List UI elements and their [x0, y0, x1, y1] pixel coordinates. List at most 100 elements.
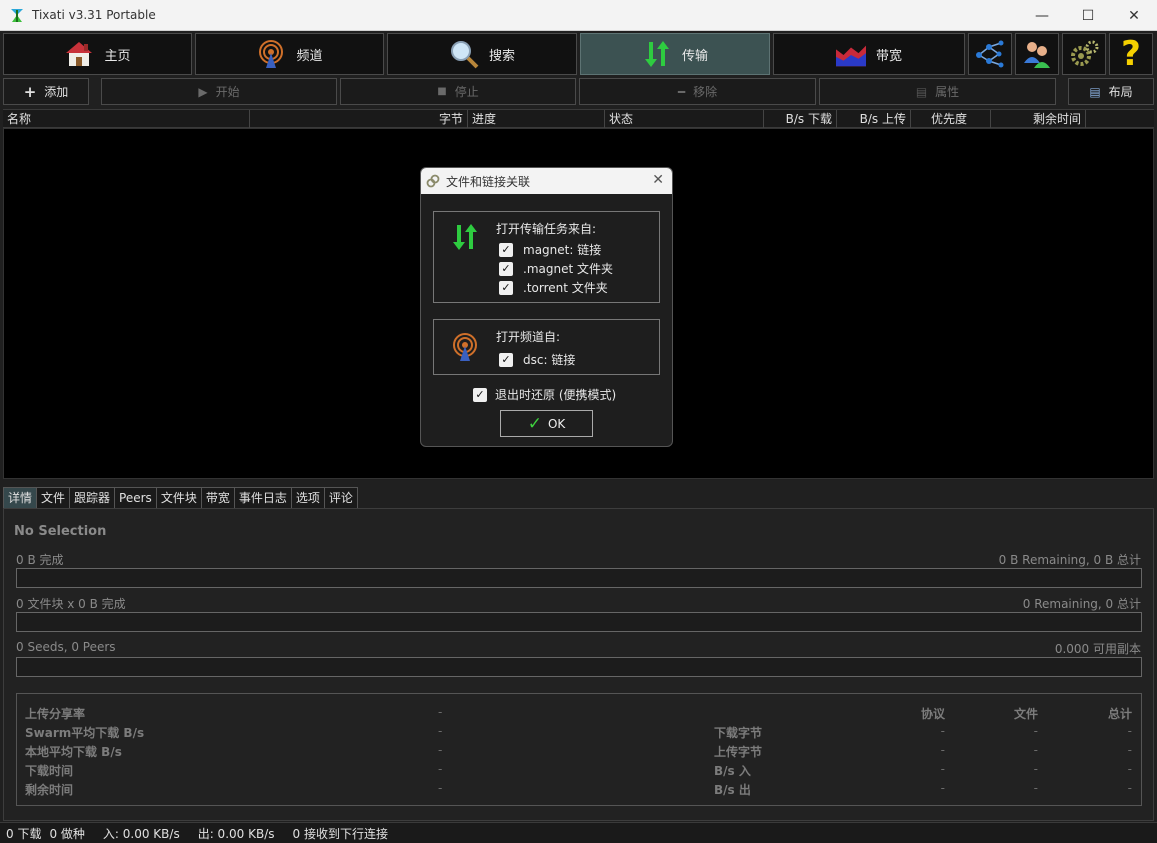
stat-label: 剩余时间	[25, 783, 74, 797]
search-button[interactable]: 搜索	[387, 33, 577, 75]
dsc-link-checkbox[interactable]: ✓ dsc: 链接	[499, 351, 575, 368]
users-button[interactable]	[1015, 33, 1059, 75]
column-name[interactable]: 名称	[3, 110, 250, 128]
stat-value: -	[1033, 743, 1038, 757]
maximize-button[interactable]: ☐	[1065, 0, 1111, 31]
column-priority[interactable]: 优先度	[911, 110, 991, 128]
stat-value: -	[940, 724, 945, 738]
selection-title: No Selection	[14, 524, 107, 539]
tab-pieces[interactable]: 文件块	[155, 487, 202, 508]
properties-button[interactable]: ▤ 属性	[819, 78, 1056, 105]
start-button[interactable]: ▶ 开始	[101, 78, 337, 105]
column-bytes[interactable]: 字节	[250, 110, 468, 128]
stat-header-protocol: 协议	[920, 707, 945, 721]
column-progress[interactable]: 进度	[468, 110, 605, 128]
tab-trackers[interactable]: 跟踪器	[69, 487, 116, 508]
transfers-association-group: 打开传输任务来自: ✓ magnet: 链接 ✓ .magnet 文件夹 ✓ .…	[433, 211, 660, 303]
play-icon: ▶	[198, 84, 208, 99]
dialog-title-bar: 文件和链接关联 ✕	[421, 168, 672, 194]
add-button[interactable]: + 添加	[3, 78, 89, 105]
minus-icon: ━	[677, 84, 686, 99]
search-label: 搜索	[488, 48, 515, 64]
tab-options[interactable]: 选项	[290, 487, 325, 508]
checkbox-label: .magnet 文件夹	[523, 262, 613, 276]
stat-value: -	[1127, 781, 1132, 795]
statistics-box: 上传分享率 Swarm平均下载 B/s 本地平均下载 B/s 下载时间 剩余时间…	[16, 693, 1142, 806]
column-status[interactable]: 状态	[605, 110, 764, 128]
start-label: 开始	[215, 85, 240, 99]
stat-label: 上传分享率	[25, 707, 86, 721]
column-download-rate[interactable]: B/s 下载	[764, 110, 837, 128]
details-panel: No Selection 0 B 完成 0 B Remaining, 0 B 总…	[3, 508, 1154, 821]
status-seeding: 0 做种	[49, 826, 85, 841]
availability-bar	[16, 657, 1142, 677]
main-toolbar: 主页 频道 搜索 传输 带宽 ?	[3, 33, 1154, 75]
stop-button[interactable]: ■ 停止	[340, 78, 576, 105]
remaining-bytes: 0 B Remaining, 0 B 总计	[998, 553, 1141, 567]
torrent-file-checkbox[interactable]: ✓ .torrent 文件夹	[499, 279, 608, 296]
tab-bandwidth[interactable]: 带宽	[200, 487, 235, 508]
ok-label: OK	[547, 416, 566, 431]
stat-value: -	[438, 724, 443, 738]
title-bar: Tixati v3.31 Portable — ☐ ✕	[0, 0, 1157, 31]
tab-event-log[interactable]: 事件日志	[233, 487, 292, 508]
network-button[interactable]	[968, 33, 1012, 75]
channels-button[interactable]: 频道	[195, 33, 384, 75]
checkbox-checked[interactable]: ✓	[473, 387, 487, 402]
stat-value: -	[1033, 762, 1038, 776]
ok-button[interactable]: ✓ OK	[500, 410, 593, 437]
stop-icon: ■	[437, 86, 447, 97]
checkbox-label: 退出时还原 (便携模式)	[495, 388, 617, 402]
stat-value: -	[438, 705, 443, 719]
magnifier-icon	[449, 39, 479, 69]
remove-button[interactable]: ━ 移除	[579, 78, 816, 105]
layout-button[interactable]: ▤ 布局	[1068, 78, 1154, 105]
status-out-rate: 出: 0.00 KB/s	[197, 826, 275, 841]
status-in-rate: 入: 0.00 KB/s	[102, 826, 180, 841]
tab-peers[interactable]: Peers	[114, 487, 157, 508]
details-tabs: 详情 文件 跟踪器 Peers 文件块 带宽 事件日志 选项 评论	[3, 487, 358, 508]
checkbox-checked[interactable]: ✓	[499, 242, 513, 257]
channels-heading: 打开频道自:	[496, 330, 561, 344]
channels-association-group: 打开频道自: ✓ dsc: 链接	[433, 319, 660, 375]
bytes-progress-bar	[16, 568, 1142, 588]
tab-comments[interactable]: 评论	[323, 487, 358, 508]
checkbox-label: .torrent 文件夹	[523, 281, 608, 295]
home-button[interactable]: 主页	[3, 33, 192, 75]
stat-label: B/s 入	[714, 764, 751, 778]
checkbox-checked[interactable]: ✓	[499, 261, 513, 276]
checkbox-checked[interactable]: ✓	[499, 352, 513, 367]
layout-icon: ▤	[1089, 84, 1101, 99]
magnet-link-checkbox[interactable]: ✓ magnet: 链接	[499, 241, 601, 258]
users-icon	[1024, 42, 1050, 68]
transfers-list-header: 名称 字节 进度 状态 B/s 下载 B/s 上传 优先度 剩余时间	[3, 109, 1154, 128]
home-label: 主页	[104, 48, 131, 64]
checkmark-icon: ✓	[527, 413, 542, 434]
close-button[interactable]: ✕	[1111, 0, 1157, 31]
stat-label: 本地平均下载 B/s	[25, 745, 122, 759]
help-button[interactable]: ?	[1109, 33, 1153, 75]
column-upload-rate[interactable]: B/s 上传	[837, 110, 911, 128]
checkbox-label: dsc: 链接	[523, 353, 576, 367]
add-label: 添加	[44, 85, 69, 99]
stat-value: -	[1127, 724, 1132, 738]
stat-label: 上传字节	[714, 745, 763, 759]
tab-files[interactable]: 文件	[36, 487, 71, 508]
column-time-remaining[interactable]: 剩余时间	[991, 110, 1086, 128]
restore-on-exit-checkbox[interactable]: ✓ 退出时还原 (便携模式)	[473, 386, 616, 403]
availability: 0.000 可用副本	[1054, 642, 1141, 656]
stat-value: -	[438, 762, 443, 776]
gear-icon	[1071, 40, 1099, 66]
bandwidth-button[interactable]: 带宽	[773, 33, 965, 75]
dialog-close-button[interactable]: ✕	[652, 172, 664, 188]
stat-value: -	[1127, 762, 1132, 776]
minimize-button[interactable]: —	[1019, 0, 1065, 31]
plus-icon: +	[23, 82, 37, 101]
transfers-label: 传输	[681, 48, 708, 64]
magnet-file-checkbox[interactable]: ✓ .magnet 文件夹	[499, 260, 613, 277]
checkbox-checked[interactable]: ✓	[499, 280, 513, 295]
settings-button[interactable]	[1062, 33, 1106, 75]
tab-details[interactable]: 详情	[3, 487, 38, 508]
stat-value: -	[438, 743, 443, 757]
transfers-button[interactable]: 传输	[580, 33, 770, 75]
